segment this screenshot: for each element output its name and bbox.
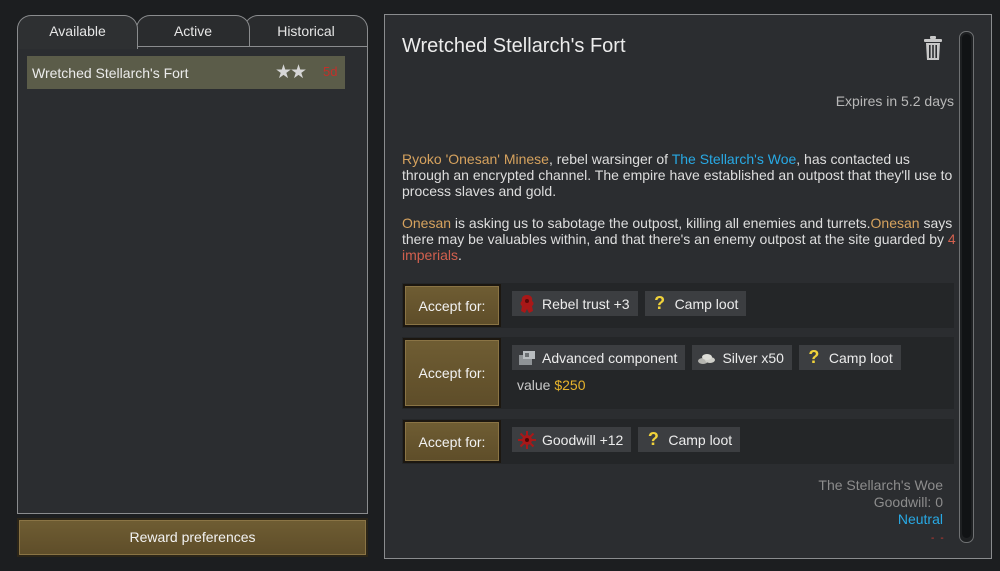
- accept-button[interactable]: Accept for:: [403, 284, 501, 327]
- reward-chip[interactable]: Silver x50: [692, 345, 792, 370]
- faction-name[interactable]: The Stellarch's Woe: [818, 477, 943, 494]
- expires-text: Expires in 5.2 days: [835, 93, 954, 109]
- question-mark-icon: ?: [808, 347, 820, 367]
- description-paragraph-2: Onesan is asking us to sabotage the outp…: [402, 215, 956, 263]
- reward-chip[interactable]: ? Camp loot: [644, 291, 747, 316]
- reward-chip[interactable]: Rebel trust +3: [512, 291, 638, 316]
- reward-chip[interactable]: Goodwill +12: [512, 427, 632, 452]
- reward-chip[interactable]: Advanced component: [512, 345, 686, 370]
- red-marker-icon: --: [931, 533, 950, 544]
- faction-info: The Stellarch's Woe Goodwill: 0 Neutral: [818, 477, 943, 528]
- quest-description: Ryoko 'Onesan' Minese, rebel warsinger o…: [402, 151, 957, 279]
- quest-list-item-name: Wretched Stellarch's Fort: [32, 64, 189, 81]
- quest-detail-panel: Wretched Stellarch's Fort Expires in 5.2…: [384, 14, 992, 559]
- quest-list-panel: Wretched Stellarch's Fort ★★ 5d: [17, 46, 368, 514]
- quest-tabs: Available Historical Active: [17, 15, 368, 49]
- reward-chips: Goodwill +12 ? Camp loot: [512, 427, 741, 452]
- quest-title: Wretched Stellarch's Fort: [402, 35, 626, 57]
- tab-available[interactable]: Available: [17, 15, 138, 49]
- faction-relation: Neutral: [897, 511, 943, 527]
- reward-option: Accept for: Goodwill +12 ? Camp loot: [402, 419, 954, 464]
- accept-button[interactable]: Accept for:: [403, 338, 501, 408]
- challenge-stars-icon: ★★: [275, 62, 307, 83]
- question-mark-icon: ?: [647, 429, 659, 449]
- faction-link[interactable]: The Stellarch's Woe: [672, 151, 797, 167]
- reward-value: value $250: [517, 377, 586, 393]
- reward-option: Accept for: Rebel trust +3 ? Camp loot: [402, 283, 954, 328]
- question-mark-icon: ?: [654, 293, 666, 313]
- silver-icon: [698, 353, 716, 364]
- faction-goodwill: Goodwill: 0: [873, 494, 943, 510]
- component-icon: [519, 350, 535, 365]
- person-link[interactable]: Ryoko 'Onesan' Minese: [402, 151, 549, 167]
- reward-chip[interactable]: ? Camp loot: [798, 345, 901, 370]
- rebel-trust-icon: [520, 294, 534, 313]
- trash-icon[interactable]: [923, 35, 943, 61]
- reward-chips: Advanced component Silver x50 ? Camp loo…: [512, 345, 901, 370]
- tab-active[interactable]: Active: [136, 15, 250, 48]
- reward-value-amount: $250: [554, 377, 586, 393]
- person-link[interactable]: Onesan: [871, 215, 920, 231]
- reward-chip[interactable]: ? Camp loot: [638, 427, 741, 452]
- quest-list-item[interactable]: Wretched Stellarch's Fort ★★ 5d: [27, 56, 345, 89]
- description-paragraph-1: Ryoko 'Onesan' Minese, rebel warsinger o…: [402, 151, 953, 199]
- reward-preferences-button[interactable]: Reward preferences: [17, 518, 368, 557]
- reward-chips: Rebel trust +3 ? Camp loot: [512, 291, 747, 316]
- scrollbar-thumb[interactable]: [962, 34, 971, 538]
- quest-days-left: 5d: [323, 64, 338, 79]
- reward-option: Accept for: Advanced component Silver x5…: [402, 337, 954, 409]
- accept-button[interactable]: Accept for:: [403, 420, 501, 463]
- goodwill-icon: [518, 430, 536, 449]
- tab-historical[interactable]: Historical: [244, 15, 368, 48]
- detail-scrollbar[interactable]: [959, 31, 974, 543]
- person-link[interactable]: Onesan: [402, 215, 451, 231]
